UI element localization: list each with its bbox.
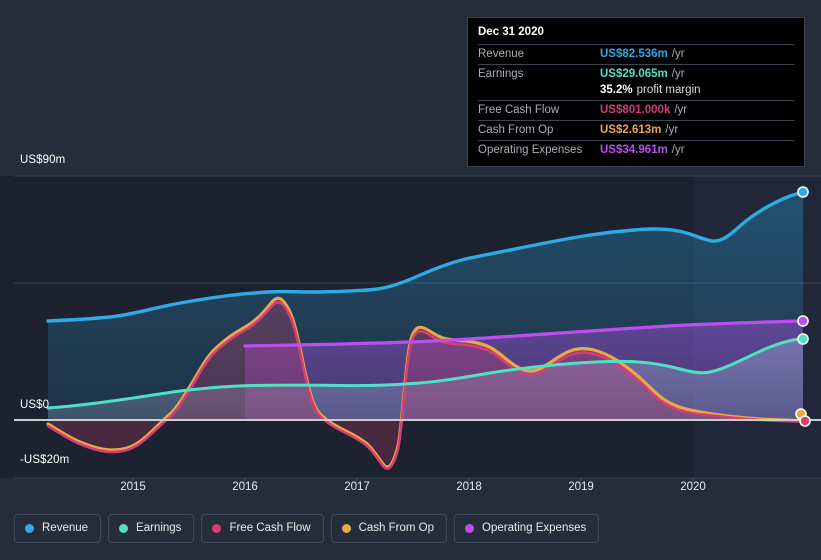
- legend-item-earnings[interactable]: Earnings: [108, 514, 195, 543]
- legend-dot-revenue-icon: [25, 524, 34, 533]
- tooltip-value-cash-from-op: US$2.613m: [600, 124, 662, 136]
- x-axis-label-2016: 2016: [232, 481, 258, 493]
- endpoint-operating-expenses: [797, 315, 809, 327]
- tooltip-label-cash-from-op: Cash From Op: [478, 124, 554, 136]
- tooltip-row-revenue: Revenue US$82.536m /yr: [478, 44, 794, 64]
- tooltip-label-free-cash-flow: Free Cash Flow: [478, 104, 560, 116]
- legend-label-free-cash-flow: Free Cash Flow: [229, 522, 311, 534]
- tooltip-unit-free-cash-flow: /yr: [674, 104, 688, 116]
- tooltip-value-profit-margin: 35.2%: [600, 84, 633, 96]
- x-axis-label-2017: 2017: [344, 481, 370, 493]
- tooltip-label-earnings: Earnings: [478, 68, 524, 80]
- tooltip-unit-profit-margin: profit margin: [636, 84, 701, 96]
- endpoint-earnings: [797, 333, 809, 345]
- y-axis-label-zero: US$0: [20, 399, 50, 411]
- legend-label-cash-from-op: Cash From Op: [358, 522, 435, 534]
- legend-item-operating-expenses[interactable]: Operating Expenses: [454, 514, 600, 543]
- chart-tooltip: Dec 31 2020 Revenue US$82.536m /yr Earni…: [467, 17, 805, 167]
- x-axis-label-2020: 2020: [680, 481, 706, 493]
- tooltip-label-operating-expenses: Operating Expenses: [478, 144, 583, 156]
- legend-dot-earnings-icon: [119, 524, 129, 533]
- legend-label-revenue: Revenue: [42, 522, 89, 534]
- tooltip-value-free-cash-flow: US$801.000k: [600, 104, 671, 116]
- legend-dot-cash-from-op-icon: [341, 524, 351, 533]
- tooltip-row-cash-from-op: Cash From Op US$2.613m /yr: [478, 120, 794, 140]
- tooltip-value-earnings: US$29.065m: [600, 68, 668, 80]
- tooltip-row-operating-expenses: Operating Expenses US$34.961m /yr: [478, 140, 794, 160]
- tooltip-unit-operating-expenses: /yr: [671, 144, 685, 156]
- y-axis-label-max: US$90m: [20, 154, 66, 166]
- financial-chart: US$90m US$0 -US$20m 2015 2016 2017 2018 …: [0, 0, 821, 560]
- tooltip-date: Dec 31 2020: [478, 26, 544, 38]
- chart-legend: Revenue Earnings Free Cash Flow Cash Fro…: [14, 514, 600, 543]
- x-axis-label-2018: 2018: [456, 481, 482, 493]
- legend-dot-operating-expenses-icon: [465, 524, 475, 533]
- tooltip-row-profit-margin: 35.2% profit margin: [478, 84, 794, 100]
- tooltip-unit-earnings: /yr: [671, 68, 685, 80]
- y-axis-label-min: -US$20m: [20, 454, 70, 466]
- tooltip-row-earnings: Earnings US$29.065m /yr: [478, 64, 794, 84]
- x-axis-ticks: [132, 478, 694, 484]
- legend-item-free-cash-flow[interactable]: Free Cash Flow: [201, 514, 324, 543]
- legend-item-revenue[interactable]: Revenue: [14, 514, 102, 543]
- x-axis-label-2019: 2019: [568, 481, 594, 493]
- x-axis-label-2015: 2015: [120, 481, 146, 493]
- tooltip-label-revenue: Revenue: [478, 48, 525, 60]
- endpoint-free-cash-flow: [799, 415, 811, 427]
- legend-label-earnings: Earnings: [136, 522, 182, 534]
- legend-dot-free-cash-flow-icon: [212, 524, 222, 533]
- tooltip-unit-cash-from-op: /yr: [665, 124, 679, 136]
- legend-label-operating-expenses: Operating Expenses: [482, 522, 587, 534]
- tooltip-value-operating-expenses: US$34.961m: [600, 144, 668, 156]
- endpoint-revenue: [797, 186, 809, 198]
- tooltip-row-free-cash-flow: Free Cash Flow US$801.000k /yr: [478, 100, 794, 120]
- tooltip-value-revenue: US$82.536m: [600, 48, 668, 60]
- tooltip-unit-revenue: /yr: [671, 48, 685, 60]
- legend-item-cash-from-op[interactable]: Cash From Op: [330, 514, 448, 543]
